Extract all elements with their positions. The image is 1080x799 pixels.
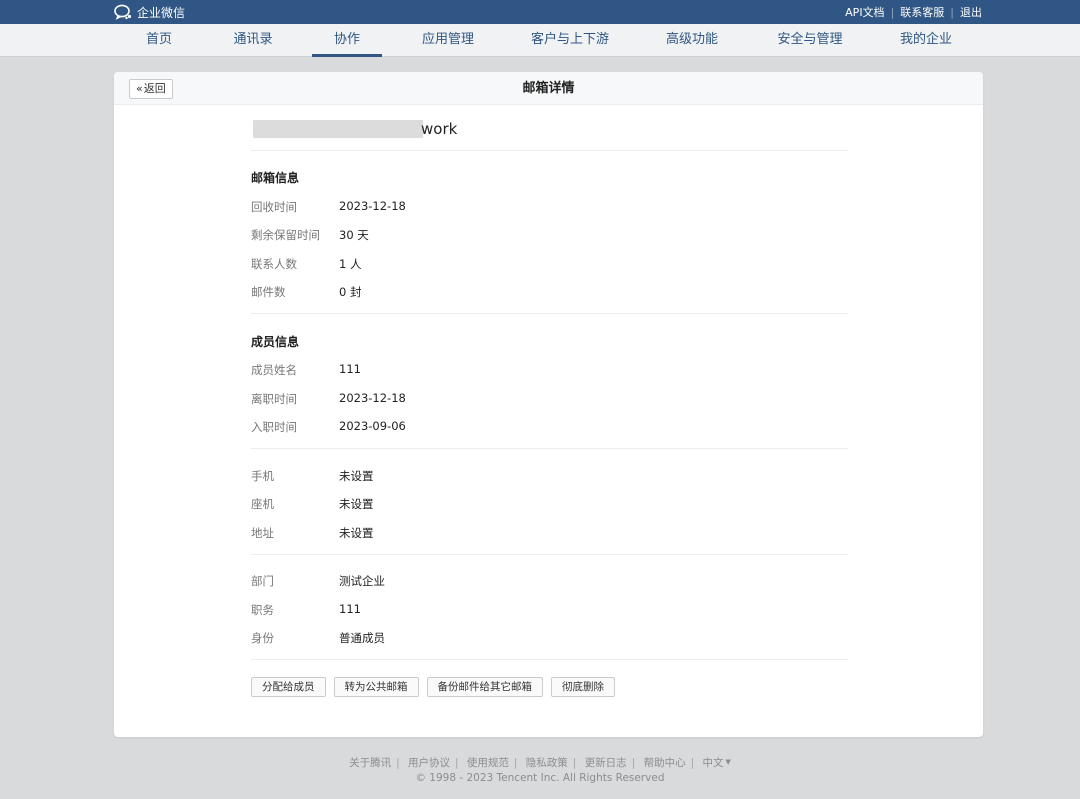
mail-count-value: 0 封 (339, 285, 362, 299)
join-date-label: 入职时间 (251, 420, 297, 434)
footer-link-changelog[interactable]: 更新日志 (585, 757, 627, 769)
link-separator: | (572, 757, 577, 769)
contacts-count-value: 1 人 (339, 257, 362, 271)
mobile-label: 手机 (251, 469, 274, 483)
nav-security-management[interactable]: 安全与管理 (775, 24, 845, 57)
mobile-value: 未设置 (339, 469, 374, 483)
link-separator: | (631, 757, 636, 769)
caret-down-icon: ▼ (725, 758, 731, 766)
retention-time-label: 剩余保留时间 (251, 228, 320, 242)
join-date-value: 2023-09-06 (339, 419, 406, 433)
language-label: 中文 (702, 757, 724, 769)
language-selector[interactable]: 中文 ▼ (702, 757, 730, 769)
retention-time-value: 30 天 (339, 228, 369, 242)
contacts-count-label: 联系人数 (251, 257, 297, 271)
position-label: 职务 (251, 603, 274, 617)
link-separator: | (455, 757, 459, 769)
footer-link-usage-rules[interactable]: 使用规范 (467, 757, 509, 769)
address-value: 未设置 (339, 526, 374, 540)
nav-customers-partners[interactable]: 客户与上下游 (530, 24, 610, 57)
landline-value: 未设置 (339, 497, 374, 511)
footer-link-help[interactable]: 帮助中心 (644, 757, 686, 769)
identity-label: 身份 (251, 631, 274, 645)
nav-contacts[interactable]: 通讯录 (228, 24, 278, 57)
footer-link-user-agreement[interactable]: 用户协议 (408, 757, 450, 769)
position-value: 111 (339, 602, 361, 616)
department-label: 部门 (251, 574, 274, 588)
identity-value: 普通成员 (339, 631, 385, 645)
link-separator: | (396, 757, 400, 769)
convert-to-public-mailbox-button[interactable]: 转为公共邮箱 (333, 677, 419, 697)
api-docs-link[interactable]: API文档 (845, 4, 884, 20)
wecom-logo-icon (114, 4, 134, 20)
page-title: 邮箱详情 (522, 81, 575, 96)
redacted-email-prefix (253, 120, 423, 138)
card-header: « 返回 邮箱详情 (114, 72, 983, 105)
recycle-time-label: 回收时间 (251, 200, 297, 214)
assign-to-member-button[interactable]: 分配给成员 (251, 677, 326, 697)
mailbox-info-title: 邮箱信息 (251, 171, 300, 185)
recycle-time-value: 2023-12-18 (339, 199, 406, 213)
delete-permanently-button[interactable]: 彻底删除 (551, 677, 615, 697)
nav-collaboration[interactable]: 协作 (312, 24, 382, 57)
divider (251, 659, 848, 660)
backup-mail-button[interactable]: 备份邮件给其它邮箱 (426, 677, 543, 697)
logo[interactable]: 企业微信 (114, 3, 185, 21)
nav-home[interactable]: 首页 (138, 24, 180, 57)
action-buttons: 分配给成员 转为公共邮箱 备份邮件给其它邮箱 彻底删除 (251, 677, 615, 697)
link-separator: | (890, 5, 895, 19)
member-name-label: 成员姓名 (251, 363, 297, 377)
nav-app-management[interactable]: 应用管理 (418, 24, 478, 57)
footer-link-privacy[interactable]: 隐私政策 (526, 757, 568, 769)
link-separator: | (690, 757, 695, 769)
address-label: 地址 (251, 526, 274, 540)
divider (251, 448, 848, 449)
top-links: API文档 | 联系客服 | 退出 (845, 4, 982, 20)
nav-advanced-features[interactable]: 高级功能 (662, 24, 722, 57)
nav-my-enterprise[interactable]: 我的企业 (897, 24, 955, 57)
link-separator: | (950, 5, 954, 19)
copyright: © 1998 - 2023 Tencent Inc. All Rights Re… (415, 772, 665, 784)
divider (251, 313, 848, 314)
member-info-title: 成员信息 (251, 335, 300, 349)
main-nav: 首页 通讯录 协作 应用管理 客户与上下游 高级功能 安全与管理 我的企业 (0, 24, 1080, 57)
footer-links: 关于腾讯 | 用户协议 | 使用规范 | 隐私政策 | 更新日志 | 帮助中心 | 中文 ▼ (0, 755, 1080, 770)
leave-date-label: 离职时间 (251, 392, 297, 406)
logo-text: 企业微信 (137, 5, 186, 20)
footer-link-about[interactable]: 关于腾讯 (349, 757, 391, 769)
divider (251, 150, 848, 151)
member-name-value: 111 (339, 362, 361, 376)
email-suffix: work (421, 120, 458, 138)
landline-label: 座机 (251, 497, 274, 511)
logout-link[interactable]: 退出 (960, 4, 982, 20)
mailbox-detail-card: « 返回 邮箱详情 work 邮箱信息 回收时间 2023-12-18 剩余保留… (114, 72, 983, 737)
link-separator: | (513, 757, 518, 769)
email-address: work (251, 119, 848, 141)
contact-support-link[interactable]: 联系客服 (900, 4, 944, 20)
department-value: 测试企业 (339, 574, 385, 588)
divider (251, 554, 848, 555)
leave-date-value: 2023-12-18 (339, 391, 406, 405)
top-bar: 企业微信 API文档 | 联系客服 | 退出 (0, 0, 1080, 24)
mail-count-label: 邮件数 (251, 285, 286, 299)
